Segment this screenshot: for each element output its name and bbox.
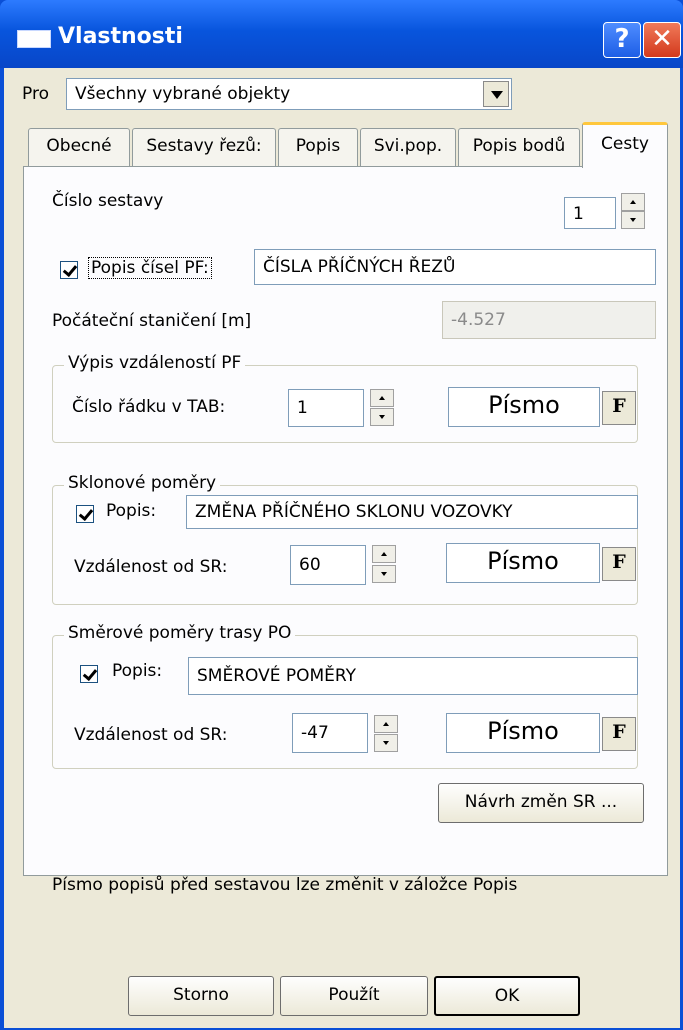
cislo-sestavy-spin-up[interactable] (621, 193, 645, 211)
pro-select[interactable]: Všechny vybrané objekty (66, 78, 512, 110)
pocatecni-staniceni-input: -4.527 (442, 301, 656, 339)
sklonove-spin-up[interactable] (372, 545, 396, 563)
popis-cisel-checkbox[interactable] (60, 261, 78, 279)
tab-obecne[interactable]: Obecné (28, 128, 130, 166)
sklonove-font-button[interactable]: F (602, 547, 636, 581)
storno-button[interactable]: Storno (128, 976, 274, 1016)
vypis-font-preview: Písmo (448, 387, 600, 427)
sklonove-font-preview: Písmo (446, 543, 600, 583)
tab-popis-bodu[interactable]: Popis bodů (458, 128, 580, 166)
sklonove-vzdalenost-label: Vzdálenost od SR: (74, 557, 228, 577)
info-note: Písmo popisů před sestavou lze změnit v … (52, 875, 518, 895)
cislo-radku-input[interactable]: 1 (288, 389, 364, 427)
smerove-vzdalenost-label: Vzdálenost od SR: (74, 725, 228, 745)
ok-button[interactable]: OK (434, 976, 580, 1016)
close-button[interactable]: ✕ (643, 22, 681, 58)
pouzit-button[interactable]: Použít (280, 976, 428, 1016)
help-button[interactable]: ? (603, 22, 641, 58)
pocatecni-staniceni-label: Počáteční staničení [m] (52, 311, 252, 331)
tab-svi-pop[interactable]: Svi.pop. (360, 128, 456, 166)
smerove-popis-input[interactable]: SMĚROVÉ POMĚRY (188, 657, 638, 695)
smerove-spin-up[interactable] (374, 715, 398, 733)
title-bar[interactable]: Vlastnosti ? ✕ (0, 0, 683, 68)
dialog-window: Vlastnosti ? ✕ Pro Všechny vybrané objek… (0, 0, 683, 1030)
window-title: Vlastnosti (58, 24, 183, 49)
smerove-font-button[interactable]: F (602, 717, 636, 751)
tab-sestavy-rezu[interactable]: Sestavy řezů: (132, 128, 276, 166)
vypis-group-title: Výpis vzdáleností PF (64, 353, 246, 373)
smerove-font-preview: Písmo (446, 713, 600, 753)
window-icon (17, 30, 51, 48)
cislo-sestavy-input[interactable]: 1 (564, 197, 616, 229)
tab-popis[interactable]: Popis (278, 128, 358, 166)
smerove-spin-down[interactable] (374, 734, 398, 752)
cislo-sestavy-spin-down[interactable] (621, 211, 645, 229)
smerove-group-title: Směrové poměry trasy PO (64, 623, 296, 643)
tab-cesty[interactable]: Cesty (582, 122, 668, 168)
cislo-radku-spin-up[interactable] (370, 389, 394, 407)
tab-panel-cesty: Číslo sestavy 1 Popis čísel PF: ČÍSLA PŘ… (23, 166, 668, 895)
dropdown-arrow-icon[interactable] (483, 81, 509, 107)
cislo-radku-label: Číslo řádku v TAB: (72, 397, 226, 417)
cislo-sestavy-label: Číslo sestavy (52, 191, 164, 211)
sklonove-group-title: Sklonové poměry (64, 473, 221, 493)
sklonove-vzdalenost-input[interactable]: 60 (290, 545, 366, 585)
popis-cisel-input[interactable]: ČÍSLA PŘÍČNÝCH ŘEZŮ (254, 249, 656, 285)
navrh-zmen-sr-button[interactable]: Návrh změn SR ... (438, 783, 644, 823)
pro-label: Pro (22, 84, 49, 104)
sklonove-popis-input[interactable]: ZMĚNA PŘÍČNÉHO SKLONU VOZOVKY (186, 495, 638, 529)
sklonove-spin-down[interactable] (372, 565, 396, 583)
sklonove-popis-checkbox[interactable] (76, 505, 94, 523)
vypis-font-button[interactable]: F (602, 391, 636, 425)
smerove-popis-checkbox[interactable] (80, 665, 98, 683)
pro-select-value: Všechny vybrané objekty (75, 84, 291, 104)
sklonove-popis-label: Popis: (106, 501, 157, 521)
cislo-radku-spin-down[interactable] (370, 408, 394, 426)
popis-cisel-label[interactable]: Popis čísel PF: (88, 257, 212, 279)
smerove-vzdalenost-input[interactable]: -47 (292, 713, 368, 753)
smerove-popis-label: Popis: (112, 661, 163, 681)
